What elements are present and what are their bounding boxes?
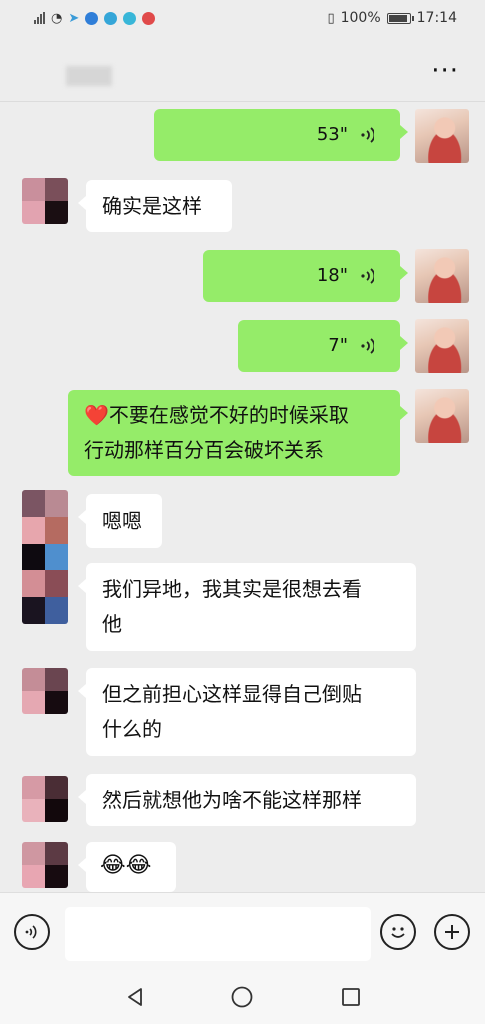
laughing-emoji-icon: 😂😂 xyxy=(100,853,152,878)
back-triangle-icon[interactable] xyxy=(122,984,148,1010)
contact-avatar[interactable] xyxy=(22,776,68,822)
message-line: 行动那样百分百会破坏关系 xyxy=(84,433,384,468)
message-received[interactable]: 我们异地，我其实是很想去看 他 xyxy=(78,563,416,651)
weibo-icon xyxy=(142,11,156,25)
message-sent-voice[interactable]: 7" xyxy=(238,320,408,372)
voice-wave-icon xyxy=(361,268,374,284)
message-line: 我们异地，我其实是很想去看 xyxy=(102,577,362,601)
recents-glyph xyxy=(342,988,360,1006)
contact-avatar[interactable] xyxy=(22,668,68,714)
home-circle-icon[interactable] xyxy=(229,984,255,1010)
voice-input-icon[interactable] xyxy=(14,914,50,950)
recents-square-icon[interactable] xyxy=(338,984,364,1010)
chat-title xyxy=(66,66,112,86)
message-received[interactable]: 😂😂 xyxy=(78,842,176,892)
message-line: 他 xyxy=(102,612,122,636)
more-dots-icon[interactable]: ··· xyxy=(431,58,459,84)
battery-percent: 100% xyxy=(340,10,381,26)
zhihu-icon xyxy=(85,11,99,25)
contact-avatar[interactable] xyxy=(22,490,68,624)
voice-duration: 53" xyxy=(316,124,348,145)
system-nav-bar xyxy=(0,970,485,1024)
message-text: 嗯嗯 xyxy=(102,509,142,533)
status-bar: ◔ ➤ ▯ 100% 17:14 xyxy=(0,0,485,36)
message-text: 不要在感觉不好的时候采取 xyxy=(108,403,349,427)
voice-duration: 7" xyxy=(328,335,348,356)
plus-icon[interactable] xyxy=(434,914,470,950)
clock: 17:14 xyxy=(416,10,457,26)
message-received[interactable]: 但之前担心这样显得自己倒贴 什么的 xyxy=(78,668,416,756)
plus-glyph xyxy=(445,925,459,939)
contact-avatar[interactable] xyxy=(22,178,68,224)
message-line: 但之前担心这样显得自己倒贴 xyxy=(102,682,362,706)
message-sent-voice[interactable]: 53" xyxy=(154,109,408,161)
browser-icon xyxy=(123,11,137,25)
heart-emoji-icon: ❤️ xyxy=(84,403,109,427)
status-icons-right: ▯ 100% 17:14 xyxy=(327,10,485,26)
back-glyph xyxy=(128,988,142,1006)
message-input[interactable] xyxy=(65,907,371,961)
chat-input-bar xyxy=(0,892,485,971)
signal-icon xyxy=(34,12,45,24)
battery-icon xyxy=(386,12,414,24)
app-icon xyxy=(104,11,118,25)
voice-duration: 18" xyxy=(316,265,348,286)
message-received[interactable]: 确实是这样 xyxy=(78,180,232,232)
message-sent[interactable]: ❤️不要在感觉不好的时候采取 行动那样百分百会破坏关系 xyxy=(68,390,408,476)
message-text: 确实是这样 xyxy=(102,194,202,218)
my-avatar[interactable] xyxy=(415,319,469,373)
my-avatar[interactable] xyxy=(415,389,469,443)
message-received[interactable]: 嗯嗯 xyxy=(78,494,162,548)
message-line: 什么的 xyxy=(102,717,162,741)
message-text: 然后就想他为啥不能这样那样 xyxy=(102,788,362,812)
status-icons-left: ◔ ➤ xyxy=(0,10,156,26)
smiley-glyph xyxy=(391,927,405,938)
header-divider xyxy=(0,101,485,102)
home-glyph xyxy=(231,986,253,1008)
message-text: 行动那样百分百会破坏关系 xyxy=(84,438,324,462)
emoji-icon[interactable] xyxy=(380,914,416,950)
message-line: ❤️不要在感觉不好的时候采取 xyxy=(84,398,384,433)
vibrate-icon: ▯ xyxy=(327,10,335,26)
my-avatar[interactable] xyxy=(415,109,469,163)
voice-wave-icon xyxy=(361,338,374,354)
contact-avatar[interactable] xyxy=(22,842,68,888)
voice-wave-glyph xyxy=(25,925,37,939)
wifi-icon: ◔ xyxy=(51,10,63,26)
telegram-icon: ➤ xyxy=(68,10,80,26)
chat-header: ··· xyxy=(0,36,485,102)
voice-wave-icon xyxy=(361,127,374,143)
message-sent-voice[interactable]: 18" xyxy=(203,250,408,302)
my-avatar[interactable] xyxy=(415,249,469,303)
message-received[interactable]: 然后就想他为啥不能这样那样 xyxy=(78,774,416,826)
